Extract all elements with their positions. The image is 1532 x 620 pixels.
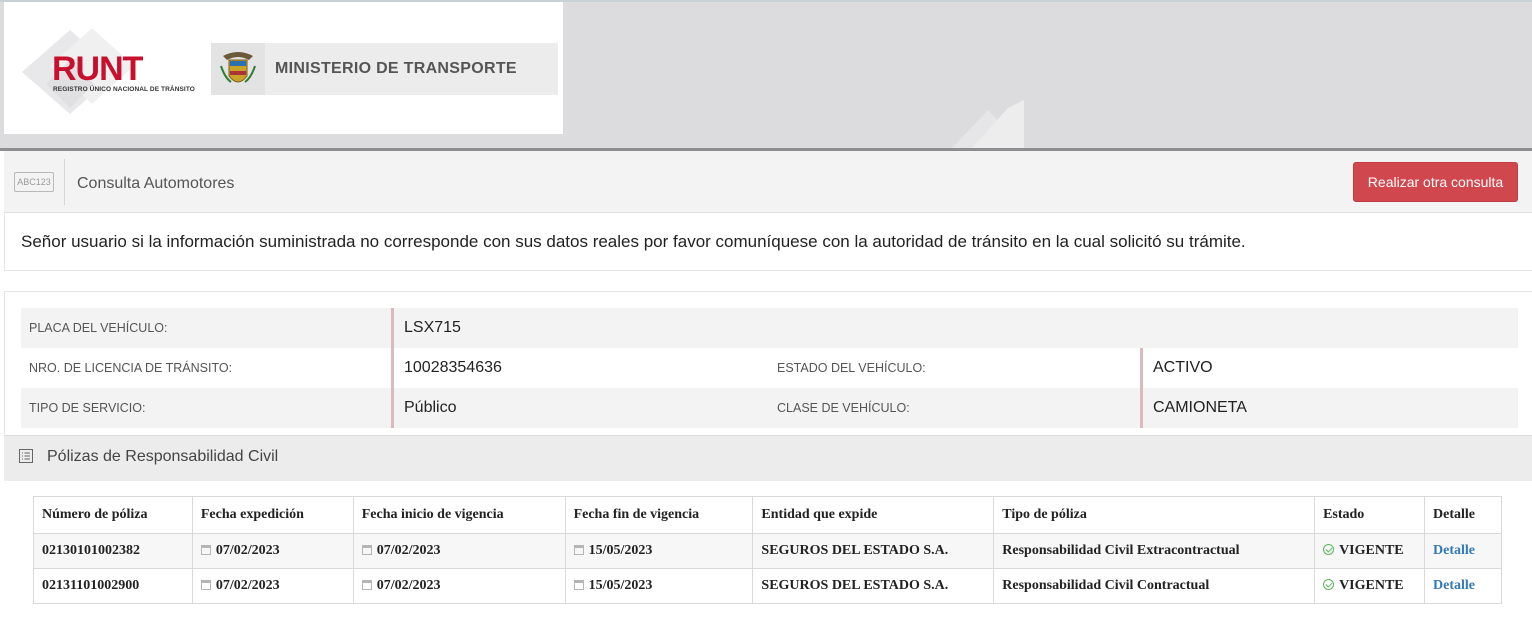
policies-table: Número de póliza Fecha expedición Fecha … [33,496,1502,604]
notice-text: Señor usuario si la información suminist… [21,232,1246,251]
new-query-button[interactable]: Realizar otra consulta [1353,162,1518,202]
table-row: 02131101002900 07/02/2023 07/02/2023 15/… [33,568,1502,604]
ministry-name: MINISTERIO DE TRANSPORTE [275,60,517,77]
check-circle-icon [1323,544,1335,555]
check-circle-icon [1323,579,1335,590]
policy-number: 02130101002382 [33,533,193,569]
start-date-cell: 07/02/2023 [352,568,566,604]
query-title: Consulta Automotores [77,175,235,192]
policy-status: VIGENTE [1339,543,1404,558]
coat-of-arms-icon [220,52,256,83]
policy-status: VIGENTE [1339,578,1404,593]
start-date: 07/02/2023 [376,578,441,593]
end-date: 15/05/2023 [588,578,653,593]
vehicle-status-value: ACTIVO [1140,348,1213,388]
policy-type: Responsabilidad Civil Extracontractual [993,533,1316,569]
license-label: NRO. DE LICENCIA DE TRÁNSITO: [29,361,233,375]
calendar-icon [361,580,372,590]
column-header: Fecha expedición [191,496,354,534]
column-header: Detalle [1424,496,1502,534]
status-cell: VIGENTE [1314,533,1426,569]
calendar-icon [200,580,211,590]
detail-cell: Detalle [1424,568,1502,604]
vehicle-class-value: CAMIONETA [1140,388,1247,428]
issue-date-cell: 07/02/2023 [191,568,354,604]
end-date: 15/05/2023 [588,543,653,558]
issuing-entity: SEGUROS DEL ESTADO S.A. [752,533,995,569]
service-type-label: TIPO DE SERVICIO: [29,401,146,415]
column-header: Tipo de póliza [993,496,1316,534]
end-date-cell: 15/05/2023 [564,568,754,604]
detail-cell: Detalle [1424,533,1502,569]
issue-date: 07/02/2023 [215,543,280,558]
column-header: Fecha inicio de vigencia [352,496,566,534]
license-plate-icon: ABC123 [14,172,54,192]
column-header: Entidad que expide [752,496,995,534]
plate-label: PLACA DEL VEHÍCULO: [29,321,168,335]
calendar-icon [573,545,584,555]
table-row: 02130101002382 07/02/2023 07/02/2023 15/… [33,533,1502,569]
calendar-icon [361,545,372,555]
start-date: 07/02/2023 [376,543,441,558]
query-bar-separator [64,159,65,205]
status-cell: VIGENTE [1314,568,1426,604]
list-document-icon [19,449,33,463]
info-row-plate: PLACA DEL VEHÍCULO: LSX715 [21,308,1518,348]
runt-logo-text: RUNT [52,50,143,88]
issue-date: 07/02/2023 [215,578,280,593]
table-header-row: Número de póliza Fecha expedición Fecha … [33,496,1502,534]
ministry-logo: MINISTERIO DE TRANSPORTE [211,43,558,95]
policies-section-header: Pólizas de Responsabilidad Civil [4,435,1532,481]
user-notice: Señor usuario si la información suminist… [4,213,1532,271]
detail-link[interactable]: Detalle [1433,578,1475,593]
license-value: 10028354636 [391,348,502,388]
issuing-entity: SEGUROS DEL ESTADO S.A. [752,568,995,604]
site-header: RUNT REGISTRO ÚNICO NACIONAL DE TRÁNSITO… [0,0,1532,148]
info-row-license: NRO. DE LICENCIA DE TRÁNSITO: 1002835463… [21,348,1518,388]
start-date-cell: 07/02/2023 [352,533,566,569]
header-decoration [952,100,1024,148]
detail-link[interactable]: Detalle [1433,543,1475,558]
issue-date-cell: 07/02/2023 [191,533,354,569]
vehicle-status-label: ESTADO DEL VEHÍCULO: [777,361,926,375]
plate-value: LSX715 [391,308,461,348]
end-date-cell: 15/05/2023 [564,533,754,569]
calendar-icon [573,580,584,590]
vehicle-info: PLACA DEL VEHÍCULO: LSX715 NRO. DE LICEN… [4,291,1532,434]
column-header: Número de póliza [33,496,193,534]
policy-number: 02131101002900 [33,568,193,604]
column-header: Estado [1314,496,1426,534]
info-row-service: TIPO DE SERVICIO: Público CLASE DE VEHÍC… [21,388,1518,428]
runt-logo-subtitle: REGISTRO ÚNICO NACIONAL DE TRÁNSITO [53,86,195,93]
calendar-icon [200,545,211,555]
query-bar: ABC123 Consulta Automotores Realizar otr… [4,151,1532,213]
service-type-value: Público [391,388,456,428]
policies-section-title: Pólizas de Responsabilidad Civil [47,448,279,465]
vehicle-class-label: CLASE DE VEHÍCULO: [777,401,910,415]
logo-panel: RUNT REGISTRO ÚNICO NACIONAL DE TRÁNSITO… [4,2,563,134]
column-header: Fecha fin de vigencia [564,496,754,534]
policy-type: Responsabilidad Civil Contractual [993,568,1316,604]
